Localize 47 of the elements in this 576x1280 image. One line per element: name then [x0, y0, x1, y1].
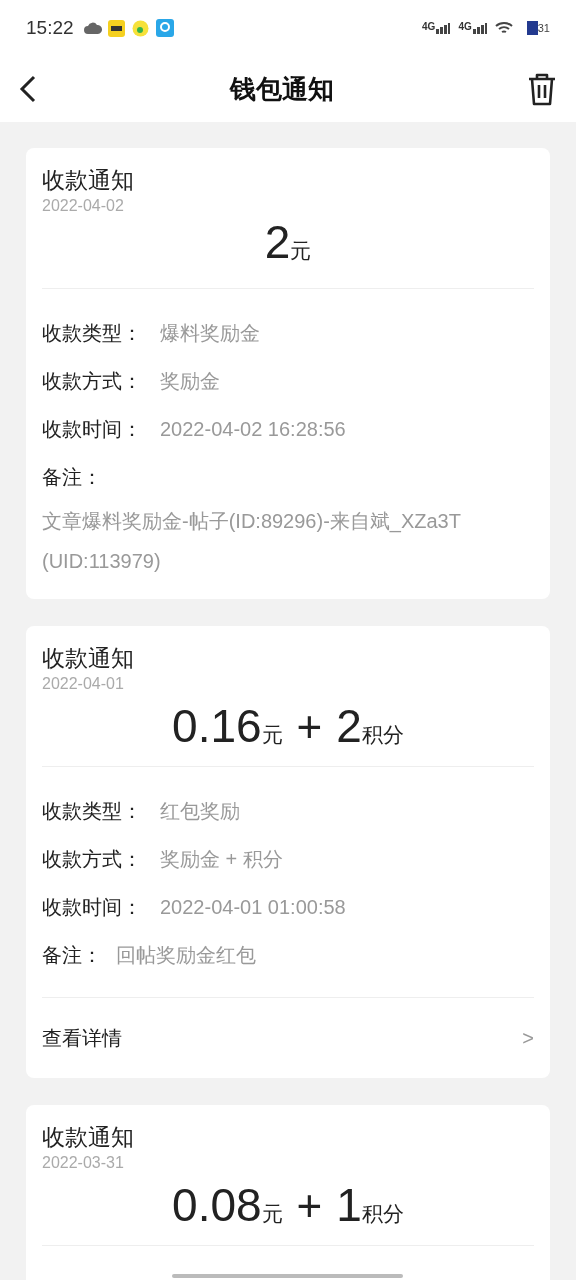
- card-date: 2022-04-01: [42, 674, 125, 694]
- field-value: 爆料奖励金: [160, 321, 260, 346]
- field-label: 收款类型：: [42, 799, 143, 824]
- amount-unit: 元: [261, 1201, 283, 1227]
- field-label: 收款时间：: [42, 895, 143, 920]
- back-icon[interactable]: [18, 75, 38, 103]
- note-text: 回帖奖励金红包: [116, 943, 256, 968]
- music-app-icon: [131, 19, 149, 37]
- field-value: 奖励金: [160, 369, 220, 394]
- trash-icon[interactable]: [526, 72, 558, 106]
- field-value: 红包奖励: [160, 799, 240, 824]
- card-date: 2022-04-02: [42, 196, 125, 216]
- field-value: 2022-04-02 16:28:56: [160, 417, 346, 442]
- note-label: 备注：: [42, 465, 103, 490]
- chevron-icon: >: [522, 1023, 534, 1053]
- amount-unit: 元: [261, 722, 283, 748]
- field-label: 收款方式：: [42, 369, 143, 394]
- note-label: 备注：: [42, 943, 103, 968]
- wifi-icon: [494, 21, 513, 35]
- card-title: 收款通知: [42, 644, 135, 673]
- battery-level: 31: [537, 20, 550, 36]
- page-title: 钱包通知: [230, 72, 334, 106]
- browser-app-icon: [155, 19, 174, 37]
- amount-unit: 积分: [361, 1202, 404, 1227]
- details-link[interactable]: 查看详情 >: [42, 998, 534, 1078]
- app-icon: [107, 19, 125, 37]
- field-label: 收款时间：: [42, 417, 143, 442]
- amount-value: 0.08: [172, 1179, 262, 1231]
- card-date: 2022-03-31: [42, 1153, 125, 1173]
- amount-value: 0.16: [172, 700, 262, 752]
- field-label: 收款类型：: [42, 321, 143, 346]
- amount-value: 2: [336, 700, 362, 752]
- note-text: 文章爆料奖励金-帖子(ID:89296)-来自斌_XZa3T (UID:113979): [42, 509, 462, 574]
- amount-unit: 元: [290, 238, 312, 264]
- plus-sign: +: [296, 1180, 323, 1232]
- field-value: 2022-04-01 01:00:58: [160, 895, 346, 920]
- amount-value: 2: [264, 216, 291, 268]
- battery-icon: [526, 21, 538, 35]
- status-time: 15:22: [26, 15, 74, 40]
- plus-sign: +: [296, 701, 323, 753]
- amount-unit: 积分: [361, 723, 404, 748]
- amount-value: 1: [336, 1179, 362, 1231]
- field-value: 奖励金 + 积分: [160, 847, 283, 872]
- card-title: 收款通知: [42, 1123, 135, 1152]
- field-label: 收款方式：: [42, 847, 143, 872]
- card-title: 收款通知: [42, 166, 135, 195]
- cloud-icon: [83, 21, 102, 35]
